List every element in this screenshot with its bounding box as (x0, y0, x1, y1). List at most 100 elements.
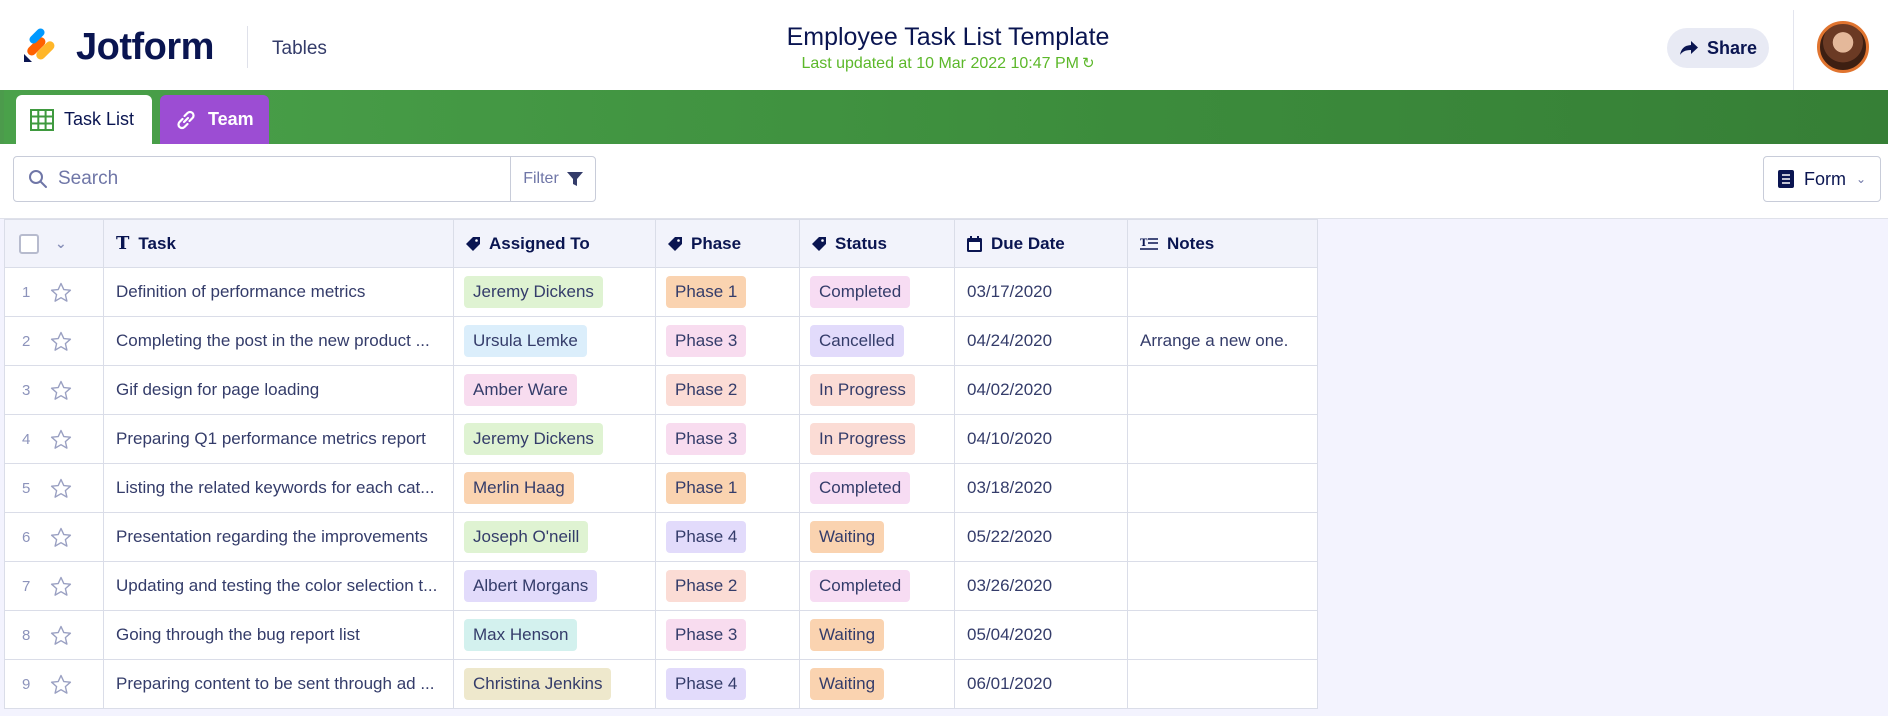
star-icon[interactable] (50, 625, 72, 646)
cell-due-date[interactable]: 04/24/2020 (954, 316, 1128, 366)
star-icon[interactable] (50, 380, 72, 401)
cell-task[interactable]: Going through the bug report list (103, 610, 454, 660)
cell-task[interactable]: Gif design for page loading (103, 365, 454, 415)
cell-notes[interactable] (1127, 267, 1318, 317)
cell-status[interactable]: Completed (799, 267, 955, 317)
cell-due-date[interactable]: 06/01/2020 (954, 659, 1128, 709)
cell-notes[interactable] (1127, 365, 1318, 415)
cell-phase[interactable]: Phase 3 (655, 316, 800, 366)
tab-team[interactable]: Team (160, 95, 269, 144)
notes-text: Arrange a new one. (1140, 331, 1289, 350)
row-number: 8 (22, 626, 31, 644)
column-header-assigned-to[interactable]: Assigned To (453, 219, 656, 268)
cell-due-date[interactable]: 05/04/2020 (954, 610, 1128, 660)
cell-status[interactable]: In Progress (799, 365, 955, 415)
cell-notes[interactable]: Arrange a new one. (1127, 316, 1318, 366)
cell-assigned-to[interactable]: Christina Jenkins (453, 659, 656, 709)
column-header-phase[interactable]: Phase (655, 219, 800, 268)
star-icon[interactable] (50, 527, 72, 548)
table-row[interactable]: 5 Listing the related keywords for each c… (4, 463, 1318, 513)
form-button[interactable]: Form ⌄ (1763, 156, 1881, 202)
star-icon[interactable] (50, 331, 72, 352)
cell-due-date[interactable]: 05/22/2020 (954, 512, 1128, 562)
cell-assigned-to[interactable]: Jeremy Dickens (453, 414, 656, 464)
form-document-icon (1777, 170, 1794, 188)
column-header-notes[interactable]: T Notes (1127, 219, 1318, 268)
cell-assigned-to[interactable]: Joseph O'neill (453, 512, 656, 562)
cell-due-date[interactable]: 03/17/2020 (954, 267, 1128, 317)
tab-task-list[interactable]: Task List (16, 95, 152, 144)
search-input[interactable] (58, 168, 478, 190)
page-title[interactable]: Employee Task List Template (640, 22, 1256, 52)
cell-task[interactable]: Preparing content to be sent through ad … (103, 659, 454, 709)
column-header-due-date[interactable]: Due Date (954, 219, 1128, 268)
cell-phase[interactable]: Phase 2 (655, 365, 800, 415)
cell-notes[interactable] (1127, 414, 1318, 464)
share-button[interactable]: Share (1667, 28, 1769, 68)
cell-notes[interactable] (1127, 463, 1318, 513)
brand-name[interactable]: Jotform (76, 26, 214, 69)
table-row[interactable]: 1 Definition of performance metrics Jeremy… (4, 267, 1318, 317)
star-icon[interactable] (50, 429, 72, 450)
cell-task[interactable]: Preparing Q1 performance metrics report (103, 414, 454, 464)
cell-due-date[interactable]: 03/18/2020 (954, 463, 1128, 513)
star-icon[interactable] (50, 282, 72, 303)
cell-task[interactable]: Listing the related keywords for each ca… (103, 463, 454, 513)
cell-status[interactable]: Completed (799, 463, 955, 513)
cell-status[interactable]: Waiting (799, 659, 955, 709)
cell-task[interactable]: Updating and testing the color selection… (103, 561, 454, 611)
row-number: 7 (22, 577, 31, 595)
cell-notes[interactable] (1127, 659, 1318, 709)
table-row[interactable]: 8 Going through the bug report list Max He… (4, 610, 1318, 660)
star-icon[interactable] (50, 478, 72, 499)
refresh-icon[interactable]: ↻ (1082, 54, 1095, 72)
cell-phase[interactable]: Phase 3 (655, 610, 800, 660)
table-row[interactable]: 2 Completing the post in the new product … (4, 316, 1318, 366)
cell-notes[interactable] (1127, 512, 1318, 562)
select-all-checkbox[interactable] (19, 233, 39, 254)
star-icon[interactable] (50, 674, 72, 695)
cell-task[interactable]: Presentation regarding the improvements (103, 512, 454, 562)
cell-phase[interactable]: Phase 4 (655, 512, 800, 562)
cell-notes[interactable] (1127, 610, 1318, 660)
table-row[interactable]: 4 Preparing Q1 performance metrics report… (4, 414, 1318, 464)
cell-due-date[interactable]: 04/10/2020 (954, 414, 1128, 464)
cell-phase[interactable]: Phase 3 (655, 414, 800, 464)
cell-status[interactable]: Waiting (799, 512, 955, 562)
cell-assigned-to[interactable]: Max Henson (453, 610, 656, 660)
cell-phase[interactable]: Phase 2 (655, 561, 800, 611)
jotform-logo-icon[interactable] (22, 28, 60, 66)
cell-phase[interactable]: Phase 1 (655, 463, 800, 513)
column-header-status[interactable]: Status (799, 219, 955, 268)
cell-due-date[interactable]: 04/02/2020 (954, 365, 1128, 415)
assignee-tag: Joseph O'neill (464, 521, 589, 553)
table-row[interactable]: 3 Gif design for page loading Amber Ware Ph… (4, 365, 1318, 415)
filter-button[interactable]: Filter (510, 156, 596, 202)
cell-task[interactable]: Completing the post in the new product .… (103, 316, 454, 366)
cell-due-date[interactable]: 03/26/2020 (954, 561, 1128, 611)
cell-status[interactable]: Cancelled (799, 316, 955, 366)
chevron-down-icon[interactable]: ⌄ (55, 235, 67, 252)
cell-assigned-to[interactable]: Albert Morgans (453, 561, 656, 611)
table-row[interactable]: 6 Presentation regarding the improvements… (4, 512, 1318, 562)
cell-assigned-to[interactable]: Ursula Lemke (453, 316, 656, 366)
cell-assigned-to[interactable]: Merlin Haag (453, 463, 656, 513)
assignee-tag: Jeremy Dickens (464, 276, 603, 308)
column-header-task[interactable]: T Task (103, 219, 454, 268)
cell-status[interactable]: In Progress (799, 414, 955, 464)
table-row[interactable]: 9 Preparing content to be sent through ad… (4, 659, 1318, 709)
cell-phase[interactable]: Phase 1 (655, 267, 800, 317)
cell-phase[interactable]: Phase 4 (655, 659, 800, 709)
cell-notes[interactable] (1127, 561, 1318, 611)
star-icon[interactable] (50, 576, 72, 597)
user-avatar[interactable] (1817, 21, 1869, 73)
task-text: Preparing Q1 performance metrics report (116, 429, 426, 448)
table-row[interactable]: 7 Updating and testing the color selectio… (4, 561, 1318, 611)
tables-link[interactable]: Tables (272, 38, 327, 60)
cell-status[interactable]: Waiting (799, 610, 955, 660)
cell-assigned-to[interactable]: Jeremy Dickens (453, 267, 656, 317)
cell-status[interactable]: Completed (799, 561, 955, 611)
cell-assigned-to[interactable]: Amber Ware (453, 365, 656, 415)
cell-task[interactable]: Definition of performance metrics (103, 267, 454, 317)
chevron-down-icon: ⌄ (1855, 172, 1867, 186)
